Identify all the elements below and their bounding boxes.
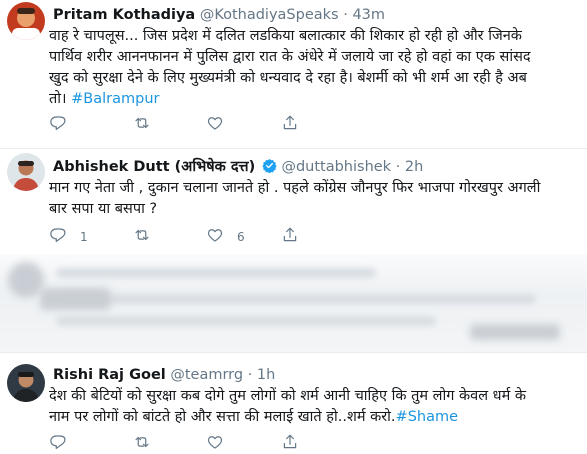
tweet-3[interactable]: Rishi Raj Goel @teamrrg · 1h देश की बेटि… (0, 353, 587, 450)
hashtag-link[interactable]: #Balrampur (71, 91, 159, 107)
reply-button[interactable]: 1 (49, 226, 88, 247)
tweet-text-line: देश की बेटियों को सुरक्षा कब दोगे तुम लो… (49, 388, 526, 404)
like-button[interactable] (206, 114, 237, 135)
separator-dot: · (343, 7, 348, 23)
blurred-line (56, 316, 436, 326)
share-icon (281, 114, 299, 135)
tweet-text: वाह रे चापलूस... जिस प्रदेश में दलित लडक… (49, 26, 584, 110)
separator-dot: · (247, 367, 253, 383)
author-name[interactable]: Pritam Kothadiya (53, 7, 195, 23)
verified-badge-icon (262, 158, 277, 174)
reply-button[interactable] (49, 433, 80, 454)
author-name[interactable]: Rishi Raj Goel (53, 367, 166, 383)
tweet-text-line: पार्थिव शरीर आननफानन में पुलिस द्वारा रा… (49, 49, 531, 65)
tweet-text-line: मान गए नेता जी , दुकान चलाना जानते हो . … (49, 180, 541, 196)
timestamp[interactable]: 2h (405, 159, 423, 175)
blurred-avatar (8, 262, 44, 298)
share-icon (281, 433, 299, 454)
tweet-text-line: नाम पर लोगों को बांटते हो और सत्ता की मल… (49, 407, 584, 428)
like-icon (206, 226, 224, 247)
hashtag-link[interactable]: #Shame (396, 409, 458, 425)
tweet-text-line: वाह रे चापलूस... जिस प्रदेश में दलित लडक… (49, 28, 522, 44)
timestamp[interactable]: 43m (352, 7, 385, 23)
blurred-tweet (0, 254, 587, 352)
blurred-block (40, 288, 110, 310)
tweet-text: देश की बेटियों को सुरक्षा कब दोगे तुम लो… (49, 386, 584, 428)
reply-icon (49, 114, 67, 135)
author-handle[interactable]: @KothadiyaSpeaks (200, 7, 339, 23)
like-button[interactable]: 6 (206, 226, 245, 247)
author-name[interactable]: Abhishek Dutt (अभिषेक दत्त) (53, 159, 255, 175)
blurred-block (470, 324, 560, 340)
share-icon (281, 226, 299, 247)
tweet-1[interactable]: Pritam Kothadiya @KothadiyaSpeaks · 43m … (0, 0, 587, 148)
separator-dot: · (395, 159, 401, 175)
share-button[interactable] (281, 433, 299, 454)
tweet-text: मान गए नेता जी , दुकान चलाना जानते हो . … (49, 178, 584, 220)
author-handle[interactable]: @duttabhishek (281, 159, 391, 175)
tweet-text-fragment: तो। (49, 91, 72, 107)
avatar[interactable] (7, 153, 45, 191)
retweet-icon (133, 433, 151, 454)
avatar[interactable] (7, 364, 45, 402)
reply-icon (49, 226, 67, 247)
tweet-text-fragment: नाम पर लोगों को बांटते हो और सत्ता की मल… (49, 409, 396, 425)
share-button[interactable] (281, 114, 299, 135)
author-handle[interactable]: @teamrrg (170, 367, 243, 383)
tweet-text-line: तो। #Balrampur (49, 89, 584, 110)
reply-count: 1 (80, 229, 88, 244)
avatar[interactable] (7, 2, 45, 40)
tweet-text-line: खुद को सुरक्षा देने के लिए मुख्यमंत्री क… (49, 70, 527, 86)
retweet-button[interactable] (133, 114, 164, 135)
like-icon (206, 114, 224, 135)
like-button[interactable] (206, 433, 237, 454)
blurred-line (56, 294, 536, 304)
retweet-icon (133, 114, 151, 135)
like-icon (206, 433, 224, 454)
retweet-button[interactable] (133, 226, 164, 247)
timestamp[interactable]: 1h (257, 367, 275, 383)
retweet-icon (133, 226, 151, 247)
reply-icon (49, 433, 67, 454)
reply-button[interactable] (49, 114, 80, 135)
share-button[interactable] (281, 226, 299, 247)
like-count: 6 (237, 229, 245, 244)
retweet-button[interactable] (133, 433, 164, 454)
tweet-2[interactable]: Abhishek Dutt (अभिषेक दत्त) @duttabhishe… (0, 149, 587, 252)
blurred-line (56, 268, 376, 278)
tweet-text-line: बार सपा या बसपा ? (49, 201, 158, 217)
